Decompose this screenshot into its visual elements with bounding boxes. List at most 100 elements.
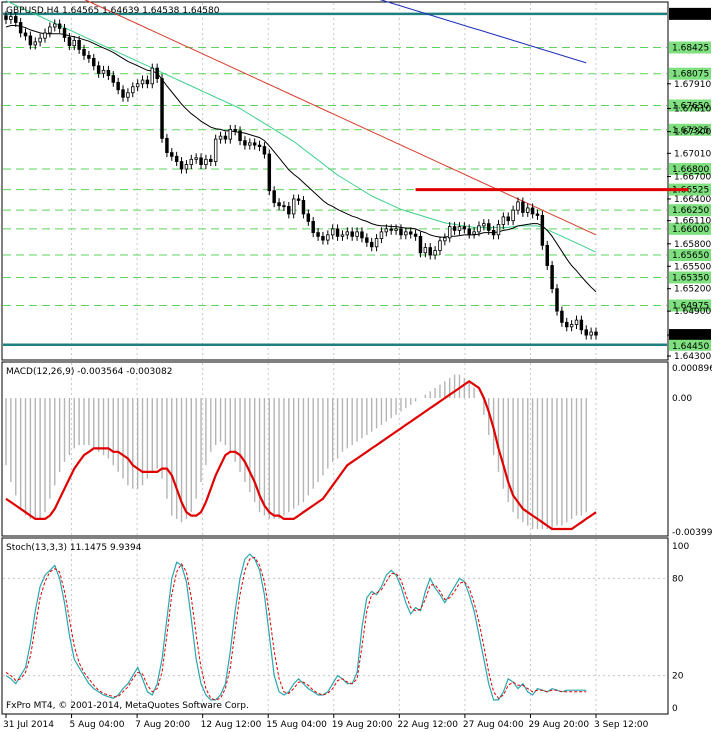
trading-chart: 1.684251.680751.676501.673251.668001.665… <box>1 0 712 730</box>
candle-body <box>345 231 350 236</box>
candle-body <box>501 216 506 225</box>
stoch-tick-label: 0 <box>672 704 678 714</box>
candle-body <box>408 231 413 235</box>
candle-body <box>521 201 525 213</box>
x-tick-label: 5 Aug 04:00 <box>70 720 125 730</box>
candle-body <box>165 137 169 153</box>
candle-body <box>457 226 462 231</box>
candle-body <box>511 209 515 222</box>
candle-body <box>101 69 106 74</box>
candle-body <box>394 228 398 231</box>
candle-body <box>257 144 262 148</box>
candle-body <box>355 231 359 237</box>
x-tick-label: 29 Aug 20:00 <box>528 720 589 730</box>
candle-body <box>233 129 237 132</box>
candle-body <box>53 23 57 28</box>
candle-body <box>365 237 369 243</box>
candle-body <box>179 161 184 170</box>
x-tick-label: 12 Aug 12:00 <box>201 720 262 730</box>
fib-level-label: 1.65350 <box>672 273 709 283</box>
candle-body <box>374 238 379 248</box>
candle-body <box>506 216 510 222</box>
candle-body <box>170 152 174 157</box>
candle-body <box>384 228 389 233</box>
candle-body <box>350 231 354 237</box>
candle-body <box>209 158 213 162</box>
candle-body <box>223 135 228 140</box>
candle-body <box>194 157 198 160</box>
candle-body <box>311 220 315 234</box>
candle-body <box>535 213 540 216</box>
candle-body <box>423 247 428 254</box>
price-title: GBPUSD,H4 1.64565 1.64639 1.64538 1.6458… <box>6 6 220 16</box>
candle-body <box>296 198 301 201</box>
candle-body <box>472 231 476 235</box>
stoch-layer: 100 80 20 0 <box>3 539 689 714</box>
candle-body <box>360 231 364 239</box>
fib-level-label: 1.68425 <box>672 44 709 54</box>
macd-tick-label: 0.00 <box>672 394 692 404</box>
candle-body <box>569 324 574 328</box>
x-tick-label: 7 Aug 20:00 <box>135 720 190 730</box>
candle-body <box>96 65 101 74</box>
price-tick-label: 1.65500 <box>674 262 711 272</box>
candle-body <box>33 41 37 46</box>
candle-body <box>77 40 81 50</box>
candle-body <box>126 92 130 98</box>
candle-body <box>291 198 296 215</box>
candle-body <box>404 231 408 236</box>
candle-body <box>438 240 442 251</box>
candle-body <box>140 79 145 85</box>
x-tick-label: 15 Aug 04:00 <box>266 720 327 730</box>
candle-body <box>555 288 559 312</box>
top-level-label: 1.68875 <box>672 10 709 20</box>
stoch-title: Stoch(13,3,3) 11.1475 9.9394 <box>6 543 142 553</box>
candle-body <box>184 164 189 170</box>
candle-body <box>121 89 125 98</box>
candle-body <box>150 67 155 85</box>
x-tick-label: 19 Aug 20:00 <box>332 720 393 730</box>
candle-body <box>252 142 257 146</box>
candle-body <box>545 244 549 266</box>
x-axis: 31 Jul 2014 5 Aug 04:00 7 Aug 20:00 12 Aug … <box>3 714 649 730</box>
candle-body <box>38 37 42 43</box>
price-tick-label: 1.66400 <box>674 195 711 205</box>
candle-body <box>92 57 96 67</box>
candle-body <box>589 331 593 336</box>
candle-body <box>199 157 203 165</box>
candle-body <box>428 247 432 256</box>
candle-body <box>28 35 33 46</box>
price-tick-label: 1.66110 <box>674 217 711 227</box>
candle-body <box>565 321 569 328</box>
candle-body <box>62 28 67 38</box>
candle-body <box>540 215 545 246</box>
candle-body <box>145 79 150 85</box>
stoch-tick-label: 80 <box>672 574 684 584</box>
candle-body <box>399 228 403 236</box>
x-tick-label: 3 Sep 12:00 <box>594 720 649 730</box>
candle-body <box>526 207 530 213</box>
candle-body <box>72 40 76 47</box>
candle-body <box>218 135 223 140</box>
candle-body <box>248 142 252 146</box>
fib-level-label: 1.65650 <box>672 251 709 261</box>
candle-body <box>23 32 28 37</box>
stoch-tick-label: 20 <box>672 672 684 682</box>
candle-body <box>14 16 18 23</box>
candle-body <box>111 75 116 83</box>
candle-body <box>155 67 159 79</box>
candle-body <box>4 15 8 20</box>
ma-red-line <box>84 0 597 236</box>
candle-body <box>516 201 520 211</box>
stoch-tick-label: 100 <box>672 542 689 552</box>
candle-body <box>277 202 281 207</box>
candle-body <box>306 213 311 222</box>
price-panel-frame <box>1 1 669 361</box>
candle-body <box>238 130 242 142</box>
stoch-panel-frame <box>1 537 669 715</box>
price-tick-label: 1.65200 <box>674 285 711 295</box>
candle-body <box>228 129 233 140</box>
candle-body <box>579 319 584 331</box>
x-tick-label: 31 Jul 2014 <box>3 720 54 730</box>
candle-body <box>330 228 335 236</box>
